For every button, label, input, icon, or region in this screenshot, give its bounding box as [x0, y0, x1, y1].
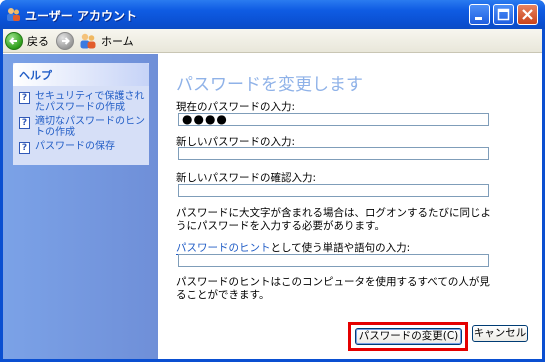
back-arrow-icon	[5, 32, 23, 50]
home-label: ホーム	[101, 35, 134, 48]
help-question-icon: ?	[19, 92, 30, 104]
change-password-button[interactable]: パスワードの変更(C)	[355, 328, 462, 345]
help-panel: ヘルプ ? セキュリティで保護されたパスワードの作成 ? 適切なパスワードのヒン…	[13, 63, 149, 165]
forward-button[interactable]	[56, 31, 74, 51]
help-link-label: パスワードの保存	[35, 141, 115, 152]
case-sensitivity-note: パスワードに大文字が含まれる場合は、ログオンするたびに同じようにパスワードを入力…	[176, 207, 491, 232]
change-password-form: パスワードを変更します 現在のパスワードの入力: ●●●● 新しいパスワードの入…	[158, 54, 542, 359]
page-title: パスワードを変更します	[176, 75, 363, 95]
back-button[interactable]: 戻る	[5, 31, 49, 51]
highlight-box: パスワードの変更(C)	[348, 322, 468, 351]
forward-arrow-icon	[56, 32, 74, 50]
help-link-label: 適切なパスワードのヒントの作成	[35, 116, 145, 138]
cancel-button[interactable]: キャンセル	[472, 325, 528, 342]
hint-visibility-note: パスワードのヒントはこのコンピュータを使用するすべての人が見ることができます。	[176, 276, 490, 301]
close-button[interactable]	[517, 4, 538, 25]
help-question-icon: ?	[19, 117, 30, 129]
password-hint-label: パスワードのヒントとして使う単語や語句の入力:	[176, 240, 410, 255]
help-link-secure-password[interactable]: ? セキュリティで保護されたパスワードの作成	[19, 91, 147, 113]
help-link-password-hint[interactable]: ? 適切なパスワードのヒントの作成	[19, 116, 147, 138]
confirm-password-input[interactable]	[178, 184, 489, 197]
help-link-save-password[interactable]: ? パスワードの保存	[19, 141, 147, 154]
help-link-label: セキュリティで保護されたパスワードの作成	[35, 91, 145, 113]
task-pane: ヘルプ ? セキュリティで保護されたパスワードの作成 ? 適切なパスワードのヒン…	[3, 54, 158, 359]
window-client-area: 戻る ホーム ヘルプ ? セキュリティで保護されたパスワードの作成 ? 適切なパ…	[3, 29, 542, 359]
help-question-icon: ?	[19, 142, 30, 154]
current-password-value: ●●●●	[182, 112, 228, 126]
password-hint-label-rest: として使う単語や語句の入力:	[270, 242, 411, 254]
maximize-icon	[497, 8, 510, 21]
current-password-input[interactable]: ●●●●	[178, 112, 489, 126]
minimize-button[interactable]	[469, 4, 490, 25]
password-hint-input[interactable]	[178, 254, 489, 267]
title-bar[interactable]: ユーザー アカウント	[0, 0, 545, 29]
new-password-input[interactable]	[178, 147, 489, 160]
help-panel-title: ヘルプ	[13, 63, 149, 86]
confirm-password-label: 新しいパスワードの確認入力:	[176, 172, 317, 184]
navigation-toolbar: 戻る ホーム	[3, 29, 542, 53]
maximize-button[interactable]	[493, 4, 514, 25]
window-title: ユーザー アカウント	[25, 9, 137, 23]
home-button[interactable]: ホーム	[79, 31, 134, 51]
users-icon	[80, 33, 96, 49]
minimize-icon	[475, 17, 482, 20]
user-accounts-window: ユーザー アカウント 戻る ホーム ヘルプ ? セキュリティで保護されたパスワー…	[0, 0, 545, 362]
close-icon	[522, 9, 533, 20]
user-accounts-icon	[7, 8, 20, 21]
back-label: 戻る	[27, 35, 49, 48]
